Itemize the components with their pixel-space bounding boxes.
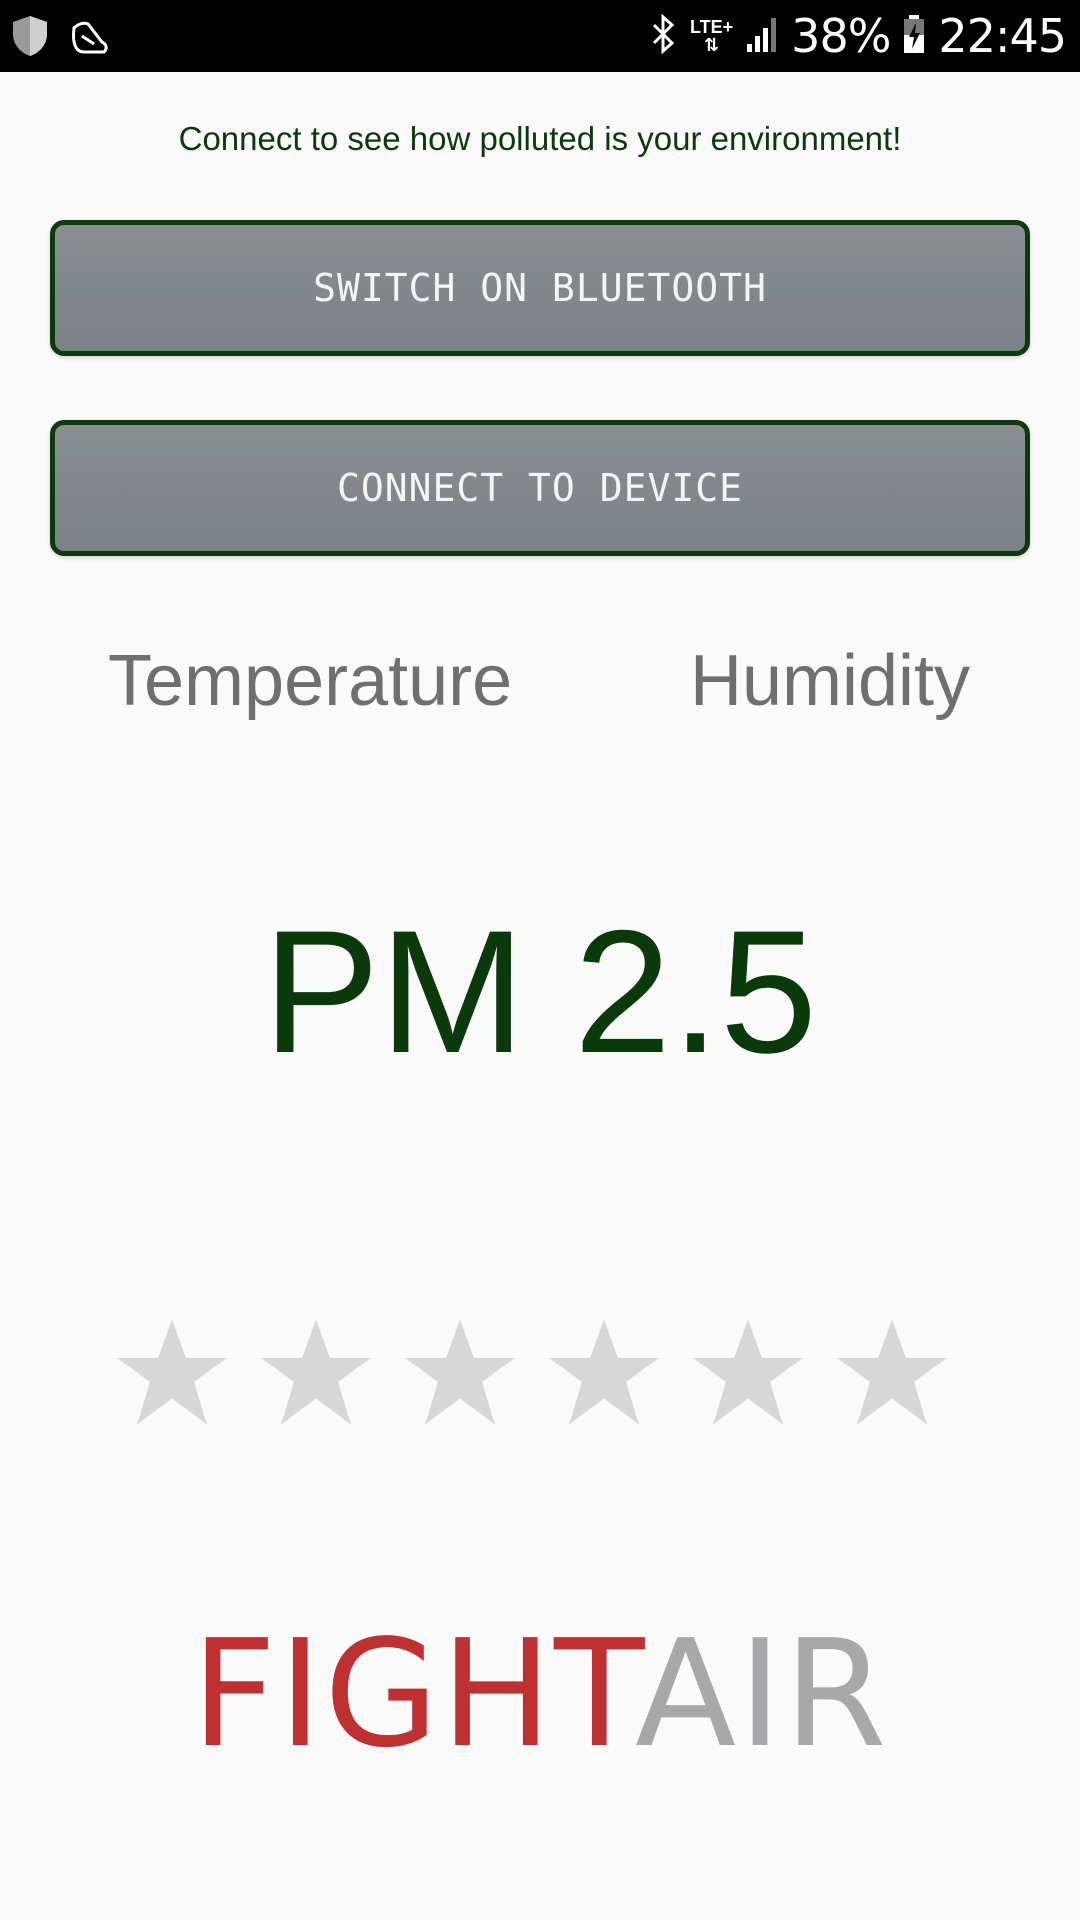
star-icon bbox=[693, 1319, 803, 1425]
network-type: LTE+ ⇅ bbox=[690, 17, 734, 55]
shield-icon bbox=[10, 14, 50, 63]
connect-prompt: Connect to see how polluted is your envi… bbox=[178, 120, 902, 157]
clock: 22:45 bbox=[938, 9, 1067, 63]
logo-part-air: AIR bbox=[634, 1608, 889, 1780]
switch-on-bluetooth-button[interactable]: SWITCH ON BLUETOOTH bbox=[50, 220, 1030, 356]
star-icon bbox=[261, 1319, 371, 1425]
shoe-icon bbox=[68, 14, 112, 63]
star-icon bbox=[117, 1319, 227, 1425]
connect-to-device-button[interactable]: CONNECT TO DEVICE bbox=[50, 420, 1030, 556]
temperature-label: Temperature bbox=[108, 641, 513, 721]
star-icon bbox=[549, 1319, 659, 1425]
star-icon bbox=[837, 1319, 947, 1425]
battery-percent: 38% bbox=[791, 9, 891, 63]
battery-charging-icon bbox=[902, 13, 926, 60]
air-quality-rating bbox=[112, 1312, 952, 1432]
humidity-label: Humidity bbox=[690, 641, 971, 721]
status-bar: LTE+ ⇅ 38% 22:45 bbox=[0, 0, 1080, 72]
fightair-logo: FIGHTAIR bbox=[0, 1620, 1080, 1768]
logo-part-fight: FIGHT bbox=[191, 1608, 635, 1780]
signal-icon bbox=[745, 14, 779, 59]
bluetooth-icon bbox=[650, 13, 678, 60]
pm25-label: PM 2.5 bbox=[262, 895, 818, 1090]
star-icon bbox=[405, 1319, 515, 1425]
